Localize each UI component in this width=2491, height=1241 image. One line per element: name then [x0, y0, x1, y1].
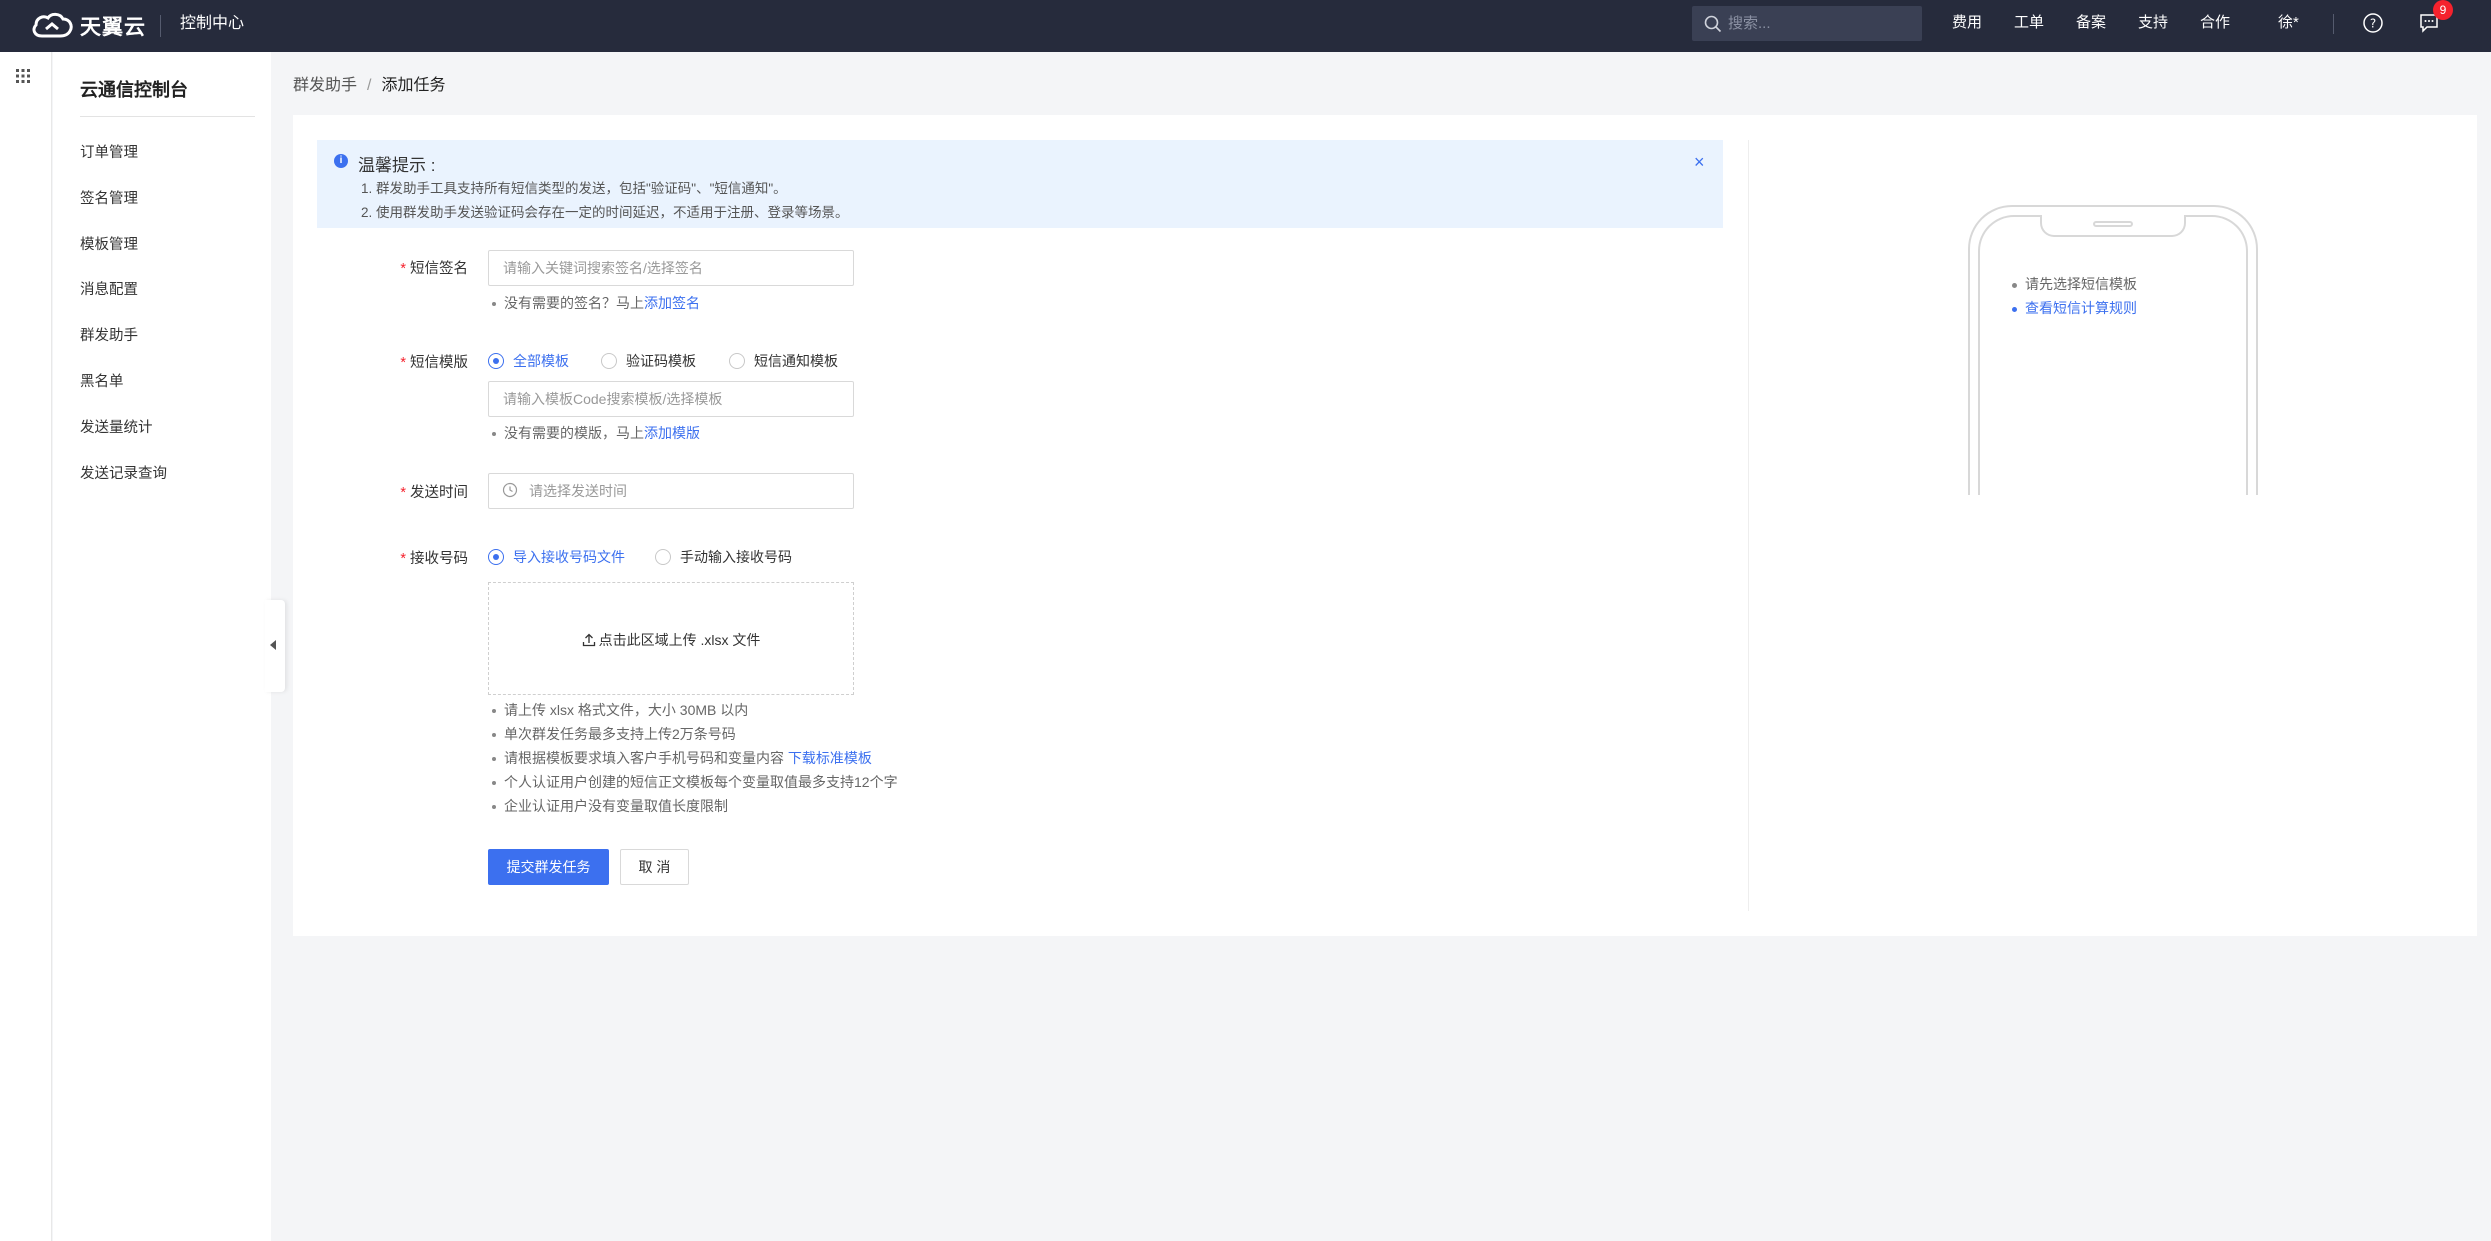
- user-name[interactable]: 徐*: [2278, 0, 2299, 48]
- breadcrumb: 群发助手 / 添加任务: [293, 71, 445, 95]
- sidebar-title: 云通信控制台: [80, 76, 255, 117]
- template-input[interactable]: [488, 381, 854, 417]
- preview-divider: [1748, 140, 1749, 911]
- sidebar-item-signatures[interactable]: 签名管理: [80, 187, 138, 208]
- global-search[interactable]: [1692, 6, 1922, 41]
- brand-logo[interactable]: 天翼云: [30, 6, 146, 46]
- preview-placeholder: 请先选择短信模板: [2012, 274, 2137, 294]
- topbar-divider: [2333, 14, 2334, 34]
- signature-input[interactable]: [488, 250, 854, 286]
- sidebar: 云通信控制台 订单管理 签名管理 模板管理 消息配置 群发助手 黑名单 发送量统…: [53, 52, 271, 1241]
- sidebar-item-send-stats[interactable]: 发送量统计: [80, 416, 153, 437]
- search-input[interactable]: [1728, 6, 1908, 41]
- search-icon: [1704, 15, 1722, 33]
- radio-import-file[interactable]: 导入接收号码文件: [488, 547, 625, 567]
- notice-line-1: 1. 群发助手工具支持所有短信类型的发送，包括"验证码"、"短信通知"。: [361, 181, 787, 196]
- add-signature-link[interactable]: 添加签名: [644, 295, 700, 311]
- breadcrumb-parent[interactable]: 群发助手: [293, 77, 357, 94]
- radio-all-templates[interactable]: 全部模板: [488, 351, 569, 371]
- phone-speaker: [2093, 221, 2133, 227]
- upload-tip: 请根据模板要求填入客户手机号码和变量内容 下载标准模板: [488, 748, 872, 768]
- collapse-arrow-icon: [270, 640, 276, 650]
- upload-prompt: 点击此区域上传 .xlsx 文件: [489, 630, 853, 650]
- message-badge: 9: [2433, 0, 2453, 20]
- notice-banner: i 温馨提示 : 1. 群发助手工具支持所有短信类型的发送，包括"验证码"、"短…: [317, 140, 1723, 228]
- console-center-link[interactable]: 控制中心: [180, 0, 244, 48]
- send-time-label: * 发送时间: [400, 485, 468, 501]
- download-template-link[interactable]: 下载标准模板: [788, 750, 872, 766]
- breadcrumb-separator: /: [367, 77, 372, 94]
- breadcrumb-current: 添加任务: [381, 77, 446, 94]
- upload-tip: 企业认证用户没有变量取值长度限制: [488, 796, 728, 816]
- logo-divider: [160, 15, 161, 37]
- nav-filing[interactable]: 备案: [2076, 0, 2106, 48]
- cloud-logo-icon: [32, 12, 73, 38]
- cancel-button[interactable]: 取 消: [620, 849, 689, 885]
- upload-tip: 单次群发任务最多支持上传2万条号码: [488, 724, 736, 744]
- send-time-picker[interactable]: [488, 473, 854, 509]
- sidebar-item-bulk-sender[interactable]: 群发助手: [80, 324, 138, 345]
- sidebar-item-message-config[interactable]: 消息配置: [80, 278, 138, 299]
- info-icon: i: [334, 154, 348, 168]
- add-task-card: i 温馨提示 : 1. 群发助手工具支持所有短信类型的发送，包括"验证码"、"短…: [293, 115, 2477, 936]
- sidebar-item-send-records[interactable]: 发送记录查询: [80, 462, 167, 483]
- sms-billing-rules-link[interactable]: 查看短信计算规则: [2012, 298, 2137, 318]
- nav-billing[interactable]: 费用: [1952, 0, 1982, 48]
- receiver-label: * 接收号码: [400, 551, 468, 567]
- upload-icon: [582, 633, 595, 647]
- sidebar-item-templates[interactable]: 模板管理: [80, 233, 138, 254]
- upload-tip: 个人认证用户创建的短信正文模板每个变量取值最多支持12个字: [488, 772, 898, 792]
- radio-verification-templates[interactable]: 验证码模板: [601, 351, 696, 371]
- nav-support[interactable]: 支持: [2138, 0, 2168, 48]
- top-navbar: 天翼云 控制中心 费用 工单 备案 支持 合作 徐* ? 9: [0, 0, 2491, 52]
- notice-title: 温馨提示 :: [358, 156, 436, 175]
- nav-partner[interactable]: 合作: [2200, 0, 2230, 48]
- file-upload-dropzone[interactable]: 点击此区域上传 .xlsx 文件: [488, 582, 854, 695]
- upload-tip: 请上传 xlsx 格式文件，大小 30MB 以内: [488, 700, 748, 720]
- sms-preview-phone: 请先选择短信模板 查看短信计算规则: [1968, 205, 2258, 495]
- product-menu-strip: [0, 52, 52, 1241]
- signature-hint: 没有需要的签名？马上添加签名: [488, 293, 700, 313]
- submit-task-button[interactable]: 提交群发任务: [488, 849, 609, 885]
- sidebar-item-orders[interactable]: 订单管理: [80, 141, 138, 162]
- template-label: * 短信模版: [400, 355, 468, 371]
- close-icon[interactable]: ×: [1694, 152, 1705, 173]
- signature-label: * 短信签名: [400, 261, 468, 277]
- apps-grid-icon[interactable]: [15, 68, 31, 84]
- brand-name: 天翼云: [80, 16, 146, 39]
- notice-line-2: 2. 使用群发助手发送验证码会存在一定的时间延迟，不适用于注册、登录等场景。: [361, 205, 849, 220]
- phone-frame-inner: [1978, 215, 2248, 495]
- template-hint: 没有需要的模版，马上添加模版: [488, 423, 700, 443]
- radio-manual-input[interactable]: 手动输入接收号码: [655, 547, 792, 567]
- svg-text:?: ?: [2370, 17, 2376, 31]
- help-icon[interactable]: ?: [2362, 12, 2384, 34]
- radio-notification-templates[interactable]: 短信通知模板: [729, 351, 838, 371]
- sidebar-collapse-button[interactable]: [265, 600, 285, 692]
- add-template-link[interactable]: 添加模版: [644, 425, 700, 441]
- nav-ticket[interactable]: 工单: [2014, 0, 2044, 48]
- sidebar-item-blacklist[interactable]: 黑名单: [80, 370, 124, 391]
